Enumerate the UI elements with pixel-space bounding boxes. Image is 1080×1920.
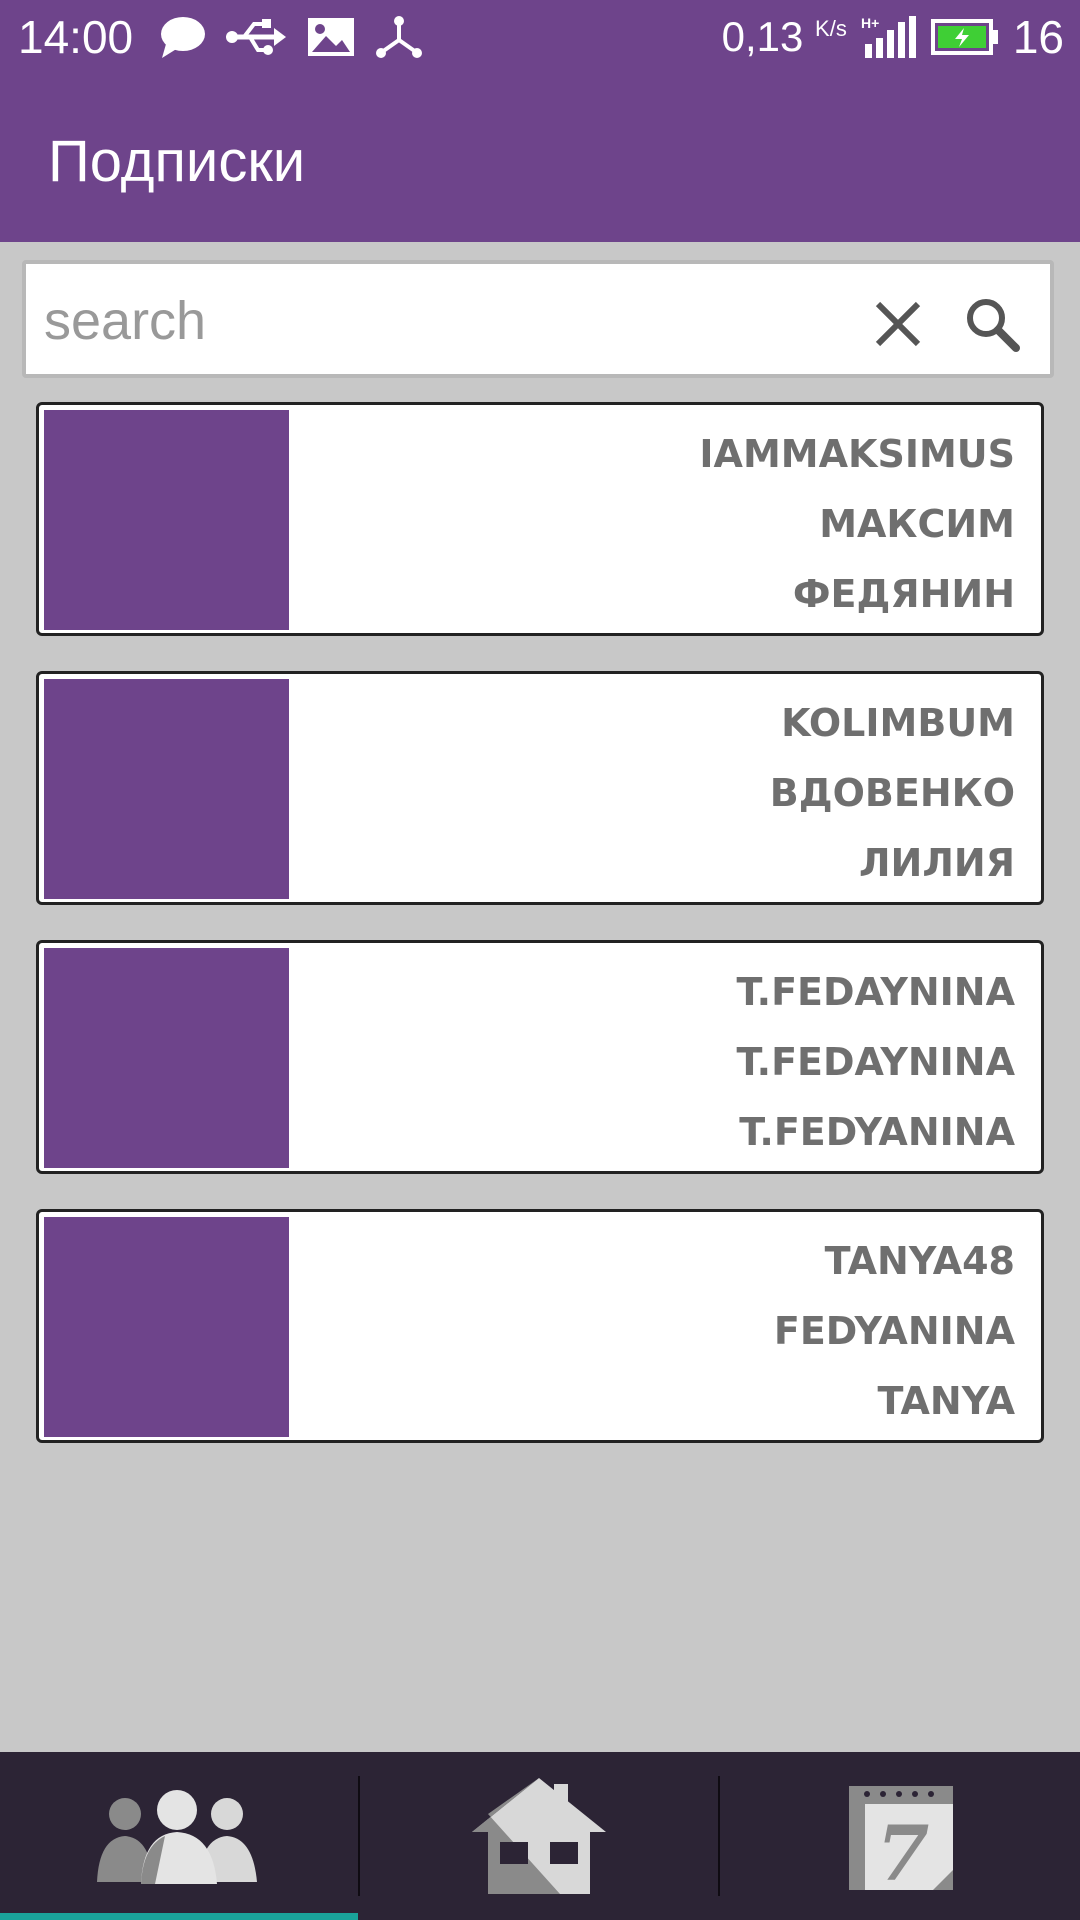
net-speed-unit: K/s [815,16,847,41]
card-line: ВДОВЕНКО [769,771,1015,815]
battery-charging-icon [930,19,998,55]
status-right: 0,13 K/s H+ 16 [722,10,1064,64]
subscription-card[interactable]: IAMMAKSIMUS МАКСИМ ФЕДЯНИН [36,402,1044,636]
avatar [44,948,289,1168]
nav-home[interactable] [360,1752,718,1920]
avatar [44,679,289,899]
calendar-icon: 7 [849,1786,953,1894]
card-line: KOLIMBUM [781,701,1015,745]
card-line: T.FEDAYNINA [736,1040,1016,1084]
battery-level: 16 [1012,11,1064,63]
net-speed: 0,13 K/s [722,13,847,61]
usb-icon [226,19,286,55]
active-tab-indicator [0,1913,358,1920]
card-line: МАКСИМ [819,502,1015,546]
subscription-card[interactable]: TANYA48 FEDYANINA TANYA [36,1209,1044,1443]
clear-icon[interactable] [866,292,930,356]
search-bar [22,260,1054,378]
share-node-icon [376,16,422,58]
card-text: TANYA48 FEDYANINA TANYA [315,1226,1015,1436]
people-icon [97,1790,257,1884]
card-line: TANYA48 [824,1239,1015,1283]
chat-icon [161,17,205,58]
card-text: T.FEDAYNINA T.FEDAYNINA T.FEDYANINA [315,957,1016,1167]
image-icon [308,18,354,56]
card-line: T.FEDAYNINA [736,970,1016,1014]
card-text: IAMMAKSIMUS МАКСИМ ФЕДЯНИН [315,419,1015,629]
net-speed-value: 0,13 [721,13,804,60]
status-time: 14:00 [18,11,134,63]
search-input[interactable] [42,284,866,358]
card-line: IAMMAKSIMUS [699,432,1015,476]
hplus-signal-icon: H+ [861,15,916,58]
nav-people[interactable] [0,1752,358,1920]
subscription-card[interactable]: T.FEDAYNINA T.FEDAYNINA T.FEDYANINA [36,940,1044,1174]
search-icon[interactable] [960,292,1024,356]
avatar [44,410,289,630]
page-title: Подписки [48,129,306,194]
bottom-nav: 7 [0,1752,1080,1920]
card-line: T.FEDYANINA [739,1110,1015,1154]
app-bar: Подписки [0,78,1080,242]
subscription-card[interactable]: KOLIMBUM ВДОВЕНКО ЛИЛИЯ [36,671,1044,905]
card-line: FEDYANINA [773,1309,1015,1353]
card-line: ФЕДЯНИН [792,572,1015,616]
card-text: KOLIMBUM ВДОВЕНКО ЛИЛИЯ [315,688,1015,898]
svg-text:H+: H+ [861,15,879,31]
status-bar: 14:00 0,13 K/s H+ 16 [0,0,1080,78]
home-icon [472,1778,606,1894]
card-line: ЛИЛИЯ [859,841,1015,885]
card-line: TANYA [877,1379,1015,1423]
avatar [44,1217,289,1437]
nav-calendar[interactable]: 7 [720,1752,1078,1920]
calendar-day: 7 [877,1809,930,1894]
